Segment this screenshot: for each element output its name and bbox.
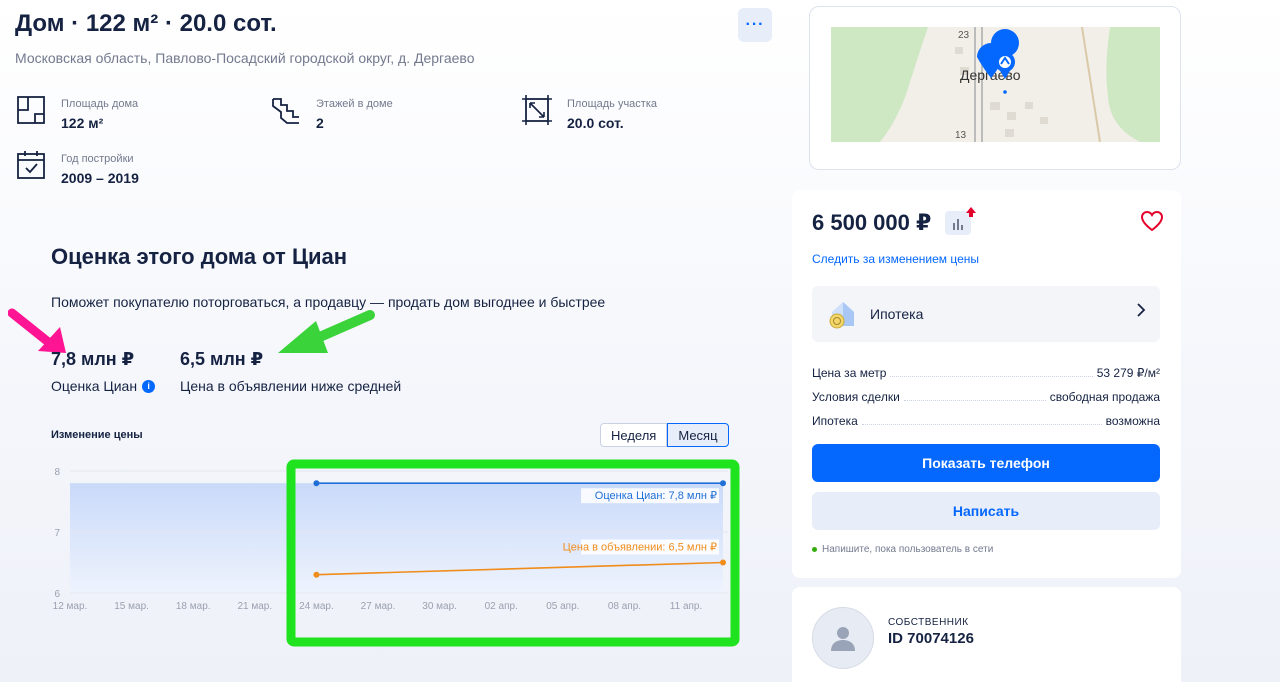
feature-value: 2 (316, 115, 324, 131)
toggle-month[interactable]: Месяц (667, 423, 729, 447)
data-point (720, 480, 726, 487)
listing-price-value: 6,5 млн ₽ (180, 349, 264, 369)
x-tick-label: 24 мар. (299, 601, 334, 612)
house-area-icon (17, 96, 45, 124)
online-dot-icon (812, 547, 817, 552)
feature-build-year: Год постройки 2009 – 2019 (15, 149, 139, 186)
map-preview: 23 13 Дергаево (831, 26, 1160, 143)
follow-price-link[interactable]: Следить за изменением цены (812, 252, 979, 266)
cian-estimate-label: Оценка Циан (51, 378, 138, 394)
online-text: Напишите, пока пользователь в сети (822, 544, 994, 555)
more-options-button[interactable]: ··· (738, 8, 772, 42)
feature-value: 20.0 сот. (567, 115, 624, 131)
feature-label: Площадь участка (567, 98, 657, 110)
y-tick-label: 8 (54, 467, 60, 478)
x-tick-label: 15 мар. (114, 601, 149, 612)
price-card: 6 500 000 ₽ Следить за изменением цены И… (792, 190, 1181, 578)
map-card[interactable]: 23 13 Дергаево (809, 6, 1181, 170)
mortgage-banner[interactable]: Ипотека (812, 286, 1160, 342)
period-toggle: Неделя Месяц (600, 423, 729, 447)
price-history-button[interactable] (945, 207, 976, 235)
green-arrow-annotation (278, 310, 375, 353)
x-tick-label: 27 мар. (361, 601, 396, 612)
detail-value: свободная продажа (1049, 390, 1160, 404)
data-point (313, 480, 320, 487)
avatar (812, 607, 874, 669)
detail-row: Цена за метр 53 279 ₽/м² (812, 362, 1160, 380)
detail-key: Цена за метр (812, 366, 887, 380)
listing-price-caption: Цена в объявлении ниже средней (180, 378, 402, 394)
sidebar: 23 13 Дергаево 6 500 000 ₽ (790, 0, 1200, 682)
online-status: Напишите, пока пользователь в сети (812, 544, 993, 555)
x-tick-label: 08 апр. (608, 601, 641, 612)
owner-role: СОБСТВЕННИК (888, 617, 969, 628)
house-coin-icon (829, 302, 854, 329)
y-tick-label: 7 (54, 528, 60, 539)
feature-floors: Этажей в доме 2 (270, 94, 393, 131)
x-tick-label: 30 мар. (422, 601, 457, 612)
cian-estimate-value: 7,8 млн ₽ (51, 349, 135, 369)
pink-arrow-annotation (8, 308, 66, 353)
feature-land-area: Площадь участка 20.0 сот. (521, 94, 657, 131)
cian-estimate-caption: Оценка Циан i (51, 378, 156, 394)
toggle-week[interactable]: Неделя (600, 423, 668, 447)
detail-row: Ипотека возможна (812, 410, 1160, 428)
favorite-heart-icon[interactable] (1140, 210, 1164, 232)
map-house-number: 13 (955, 130, 967, 141)
x-tick-label: 18 мар. (176, 601, 211, 612)
detail-row: Условия сделки свободная продажа (812, 386, 1160, 404)
chart-title: Изменение цены (51, 429, 143, 441)
feature-value: 2009 – 2019 (61, 170, 139, 186)
detail-value: 53 279 ₽/м² (1096, 366, 1160, 380)
write-message-button[interactable]: Написать (812, 492, 1160, 530)
mortgage-label: Ипотека (870, 306, 924, 322)
series-label: Оценка Циан: 7,8 млн ₽ (595, 490, 717, 502)
listing-address[interactable]: Московская область, Павлово-Посадский го… (15, 50, 474, 66)
owner-card: СОБСТВЕННИК ID 70074126 (792, 587, 1181, 682)
price-up-arrow-icon (966, 207, 976, 217)
x-tick-label: 02 апр. (485, 601, 518, 612)
show-phone-button[interactable]: Показать телефон (812, 444, 1160, 482)
x-tick-label: 05 апр. (546, 601, 579, 612)
owner-id: ID 70074126 (888, 630, 974, 647)
land-area-icon (522, 95, 552, 125)
data-point (313, 571, 320, 578)
feature-value: 122 м² (61, 115, 104, 131)
page-title: Дом · 122 м² · 20.0 сот. (15, 10, 277, 37)
map-house-number: 23 (958, 30, 970, 41)
x-tick-label: 11 апр. (670, 601, 702, 612)
x-tick-label: 12 мар. (53, 601, 88, 612)
feature-label: Год постройки (61, 153, 134, 165)
detail-key: Условия сделки (812, 390, 900, 404)
x-tick-label: 21 мар. (237, 601, 272, 612)
listing-main: Дом · 122 м² · 20.0 сот. Московская обла… (0, 0, 790, 682)
detail-key: Ипотека (812, 414, 858, 428)
info-icon[interactable]: i (142, 379, 156, 393)
chevron-right-icon (1136, 302, 1146, 323)
series-label: Цена в объявлении: 6,5 млн ₽ (563, 542, 717, 554)
sidebar-price: 6 500 000 ₽ (812, 210, 932, 235)
y-tick-label: 6 (54, 589, 60, 600)
calendar-icon (17, 151, 45, 179)
feature-label: Этажей в доме (316, 98, 393, 110)
price-chart: 6 7 8 12 мар. 15 мар. 18 мар. 21 мар. 24 мар. 27… (53, 459, 740, 647)
feature-label: Площадь дома (61, 98, 139, 110)
stairs-icon (272, 98, 299, 124)
data-point (720, 559, 726, 566)
detail-value: возможна (1105, 414, 1160, 428)
evaluation-title: Оценка этого дома от Циан (51, 244, 348, 269)
feature-house-area: Площадь дома 122 м² (15, 94, 138, 131)
user-icon (831, 627, 855, 651)
